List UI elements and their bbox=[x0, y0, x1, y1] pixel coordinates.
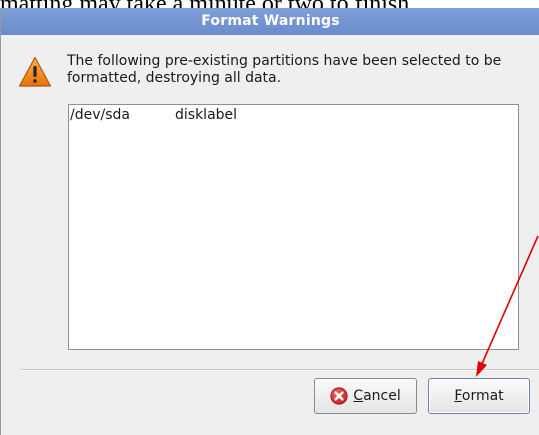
warning-message: The following pre-existing partitions ha… bbox=[67, 53, 502, 86]
format-button-label: Format bbox=[454, 388, 504, 404]
list-item[interactable]: /dev/sda disklabel bbox=[69, 107, 518, 125]
partition-device: /dev/sda bbox=[70, 107, 130, 123]
partition-type: disklabel bbox=[175, 107, 238, 123]
cancel-icon bbox=[330, 387, 348, 405]
warning-icon bbox=[18, 56, 52, 87]
screen: matting may take a minute or two to fini… bbox=[0, 0, 539, 435]
dialog-title: Format Warnings bbox=[1, 8, 539, 35]
format-warnings-dialog: Format Warnings The following pre-existi… bbox=[0, 8, 539, 435]
button-separator bbox=[21, 369, 539, 371]
cancel-button-label: Cancel bbox=[353, 388, 401, 404]
cancel-button[interactable]: Cancel bbox=[314, 378, 417, 414]
partition-list[interactable]: /dev/sda disklabel bbox=[68, 104, 519, 350]
format-button[interactable]: Format bbox=[428, 378, 530, 414]
